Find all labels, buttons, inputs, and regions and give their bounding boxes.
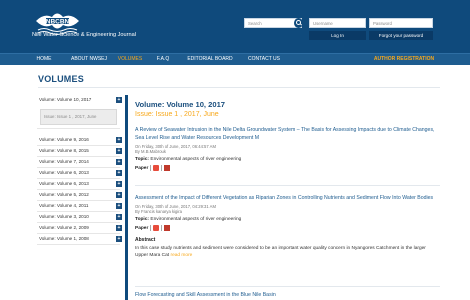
expand-icon[interactable]: + (116, 203, 122, 209)
article-authors: By Francis kanarya kigira (135, 209, 183, 215)
article-item: Flow Forecasting and Skill Assessment in… (135, 292, 440, 300)
sidebar-item-label: Volume: Volume 2, 2009 (39, 225, 89, 230)
main-nav: HOME ABOUT NWSEJ VOLUMES F.A.Q EDITORIAL… (0, 53, 470, 65)
page-title: VOLUMES (38, 74, 84, 84)
title-divider (38, 87, 440, 88)
sidebar-item-label: Volume: Volume 5, 2012 (39, 192, 89, 197)
sidebar-item-volume-4[interactable]: Volume: Volume 4, 2011 + (37, 201, 122, 212)
expand-icon[interactable]: + (116, 225, 122, 231)
volume-title: Volume: Volume 10, 2017 (135, 100, 226, 109)
sidebar-issue-label: Issue: Issue 1 , 2017, June (44, 114, 97, 119)
logo-text: NBCBN (46, 19, 70, 26)
content-accent-bar (125, 95, 128, 300)
sidebar-item-volume-6a[interactable]: Volume: Volume 6, 2013 + (37, 168, 122, 179)
sidebar-item-label: Volume: Volume 3, 2010 (39, 214, 89, 219)
download-icon[interactable] (164, 165, 171, 172)
expand-icon[interactable]: + (116, 181, 122, 187)
username-input[interactable]: Username (309, 18, 366, 28)
sidebar-item-label: Volume: Volume 7, 2014 (39, 159, 89, 164)
sidebar-item-label: Volume: Volume 9, 2016 (39, 137, 89, 142)
read-more-link[interactable]: read more (170, 253, 192, 258)
abstract-heading: Abstract (135, 236, 156, 243)
abstract-text: In this case study nutrients and sedimen… (135, 245, 440, 260)
separator (161, 225, 163, 232)
article-authors: By M.B.Mabrouk (135, 149, 166, 155)
sidebar-item-volume-2[interactable]: Volume: Volume 2, 2009 + (37, 223, 122, 234)
nav-editorial-board[interactable]: EDITORIAL BOARD (180, 54, 240, 65)
sidebar-item-volume-3[interactable]: Volume: Volume 3, 2010 + (37, 212, 122, 223)
separator (161, 165, 163, 172)
expand-icon[interactable]: + (116, 97, 122, 103)
article-topic: Topic: Environmental aspects of river en… (135, 217, 440, 223)
article-item: A Review of Seawater Intrusion in the Ni… (135, 127, 440, 172)
sidebar-item-volume-6b[interactable]: Volume: Volume 6, 2013 + (37, 179, 122, 190)
expand-icon[interactable]: + (116, 159, 122, 165)
topic-value: Environmental aspects of river engineeri… (150, 156, 242, 162)
sidebar-item-label: Volume: Volume 4, 2011 (39, 203, 89, 208)
sidebar-item-label: Volume: Volume 6, 2013 (39, 170, 89, 175)
sidebar-item-label: Volume: Volume 10, 2017 (39, 97, 92, 102)
topic-value: Environmental aspects of river engineeri… (150, 216, 242, 222)
sidebar-item-volume-7[interactable]: Volume: Volume 7, 2014 + (37, 157, 122, 168)
article-title-link[interactable]: Assessment of the Impact of Different Ve… (135, 195, 440, 203)
paper-label: Paper (135, 225, 149, 231)
expand-icon[interactable]: + (116, 137, 122, 143)
topic-label: Topic: (135, 156, 150, 162)
download-icon[interactable] (164, 225, 171, 232)
expand-icon[interactable]: + (116, 214, 122, 220)
article-paper: Paper (135, 225, 440, 232)
nav-author-registration[interactable]: AUTHOR REGISTRATION (370, 54, 438, 65)
article-title-link[interactable]: A Review of Seawater Intrusion in the Ni… (135, 127, 440, 143)
journal-title: Nile Water Science & Engineering Journal (32, 32, 136, 38)
sidebar-current-issue[interactable]: Issue: Issue 1 , 2017, June (40, 109, 117, 125)
expand-icon[interactable]: + (116, 148, 122, 154)
expand-icon[interactable]: + (116, 192, 122, 198)
article-item: Assessment of the Impact of Different Ve… (135, 195, 440, 260)
article-topic: Topic: Environmental aspects of river en… (135, 157, 440, 163)
paper-label: Paper (135, 165, 149, 171)
topic-label: Topic: (135, 216, 150, 222)
expand-icon[interactable]: + (116, 236, 122, 242)
nav-home[interactable]: HOME (30, 54, 58, 65)
sidebar-item-volume-9[interactable]: Volume: Volume 9, 2016 + (37, 135, 122, 146)
sidebar-current-volume[interactable]: Volume: Volume 10, 2017 + Issue: Issue 1… (37, 95, 122, 129)
nav-faq[interactable]: F.A.Q (152, 54, 174, 65)
password-input[interactable]: Password (369, 18, 433, 28)
sidebar-item-label: Volume: Volume 6, 2013 (39, 181, 89, 186)
separator (150, 165, 152, 172)
pdf-icon[interactable] (153, 165, 160, 172)
sidebar-item-label: Volume: Volume 8, 2015 (39, 148, 89, 153)
nav-contact[interactable]: CONTACT US (242, 54, 286, 65)
issue-title: Issue: Issue 1 , 2017, June (135, 111, 219, 118)
article-divider (135, 185, 440, 186)
login-button[interactable]: Log In (309, 31, 366, 40)
site-header: NBCBN Nile Water Science & Engineering J… (0, 0, 470, 53)
nav-about[interactable]: ABOUT NWSEJ (64, 54, 114, 65)
pdf-icon[interactable] (153, 225, 160, 232)
search-icon[interactable] (294, 18, 303, 28)
article-divider (135, 286, 440, 287)
sidebar-item-volume-8[interactable]: Volume: Volume 8, 2015 + (37, 146, 122, 157)
sidebar-item-volume-1[interactable]: Volume: Volume 1, 2008 + (37, 234, 122, 245)
expand-icon[interactable]: + (116, 170, 122, 176)
sidebar-item-volume-5[interactable]: Volume: Volume 5, 2012 + (37, 190, 122, 201)
sidebar-item-label: Volume: Volume 1, 2008 (39, 236, 89, 241)
article-paper: Paper (135, 165, 440, 172)
forgot-password-button[interactable]: Forgot your password (369, 31, 433, 40)
article-title-link[interactable]: Flow Forecasting and Skill Assessment in… (135, 292, 440, 300)
nav-volumes[interactable]: VOLUMES (112, 54, 148, 65)
separator (150, 225, 152, 232)
